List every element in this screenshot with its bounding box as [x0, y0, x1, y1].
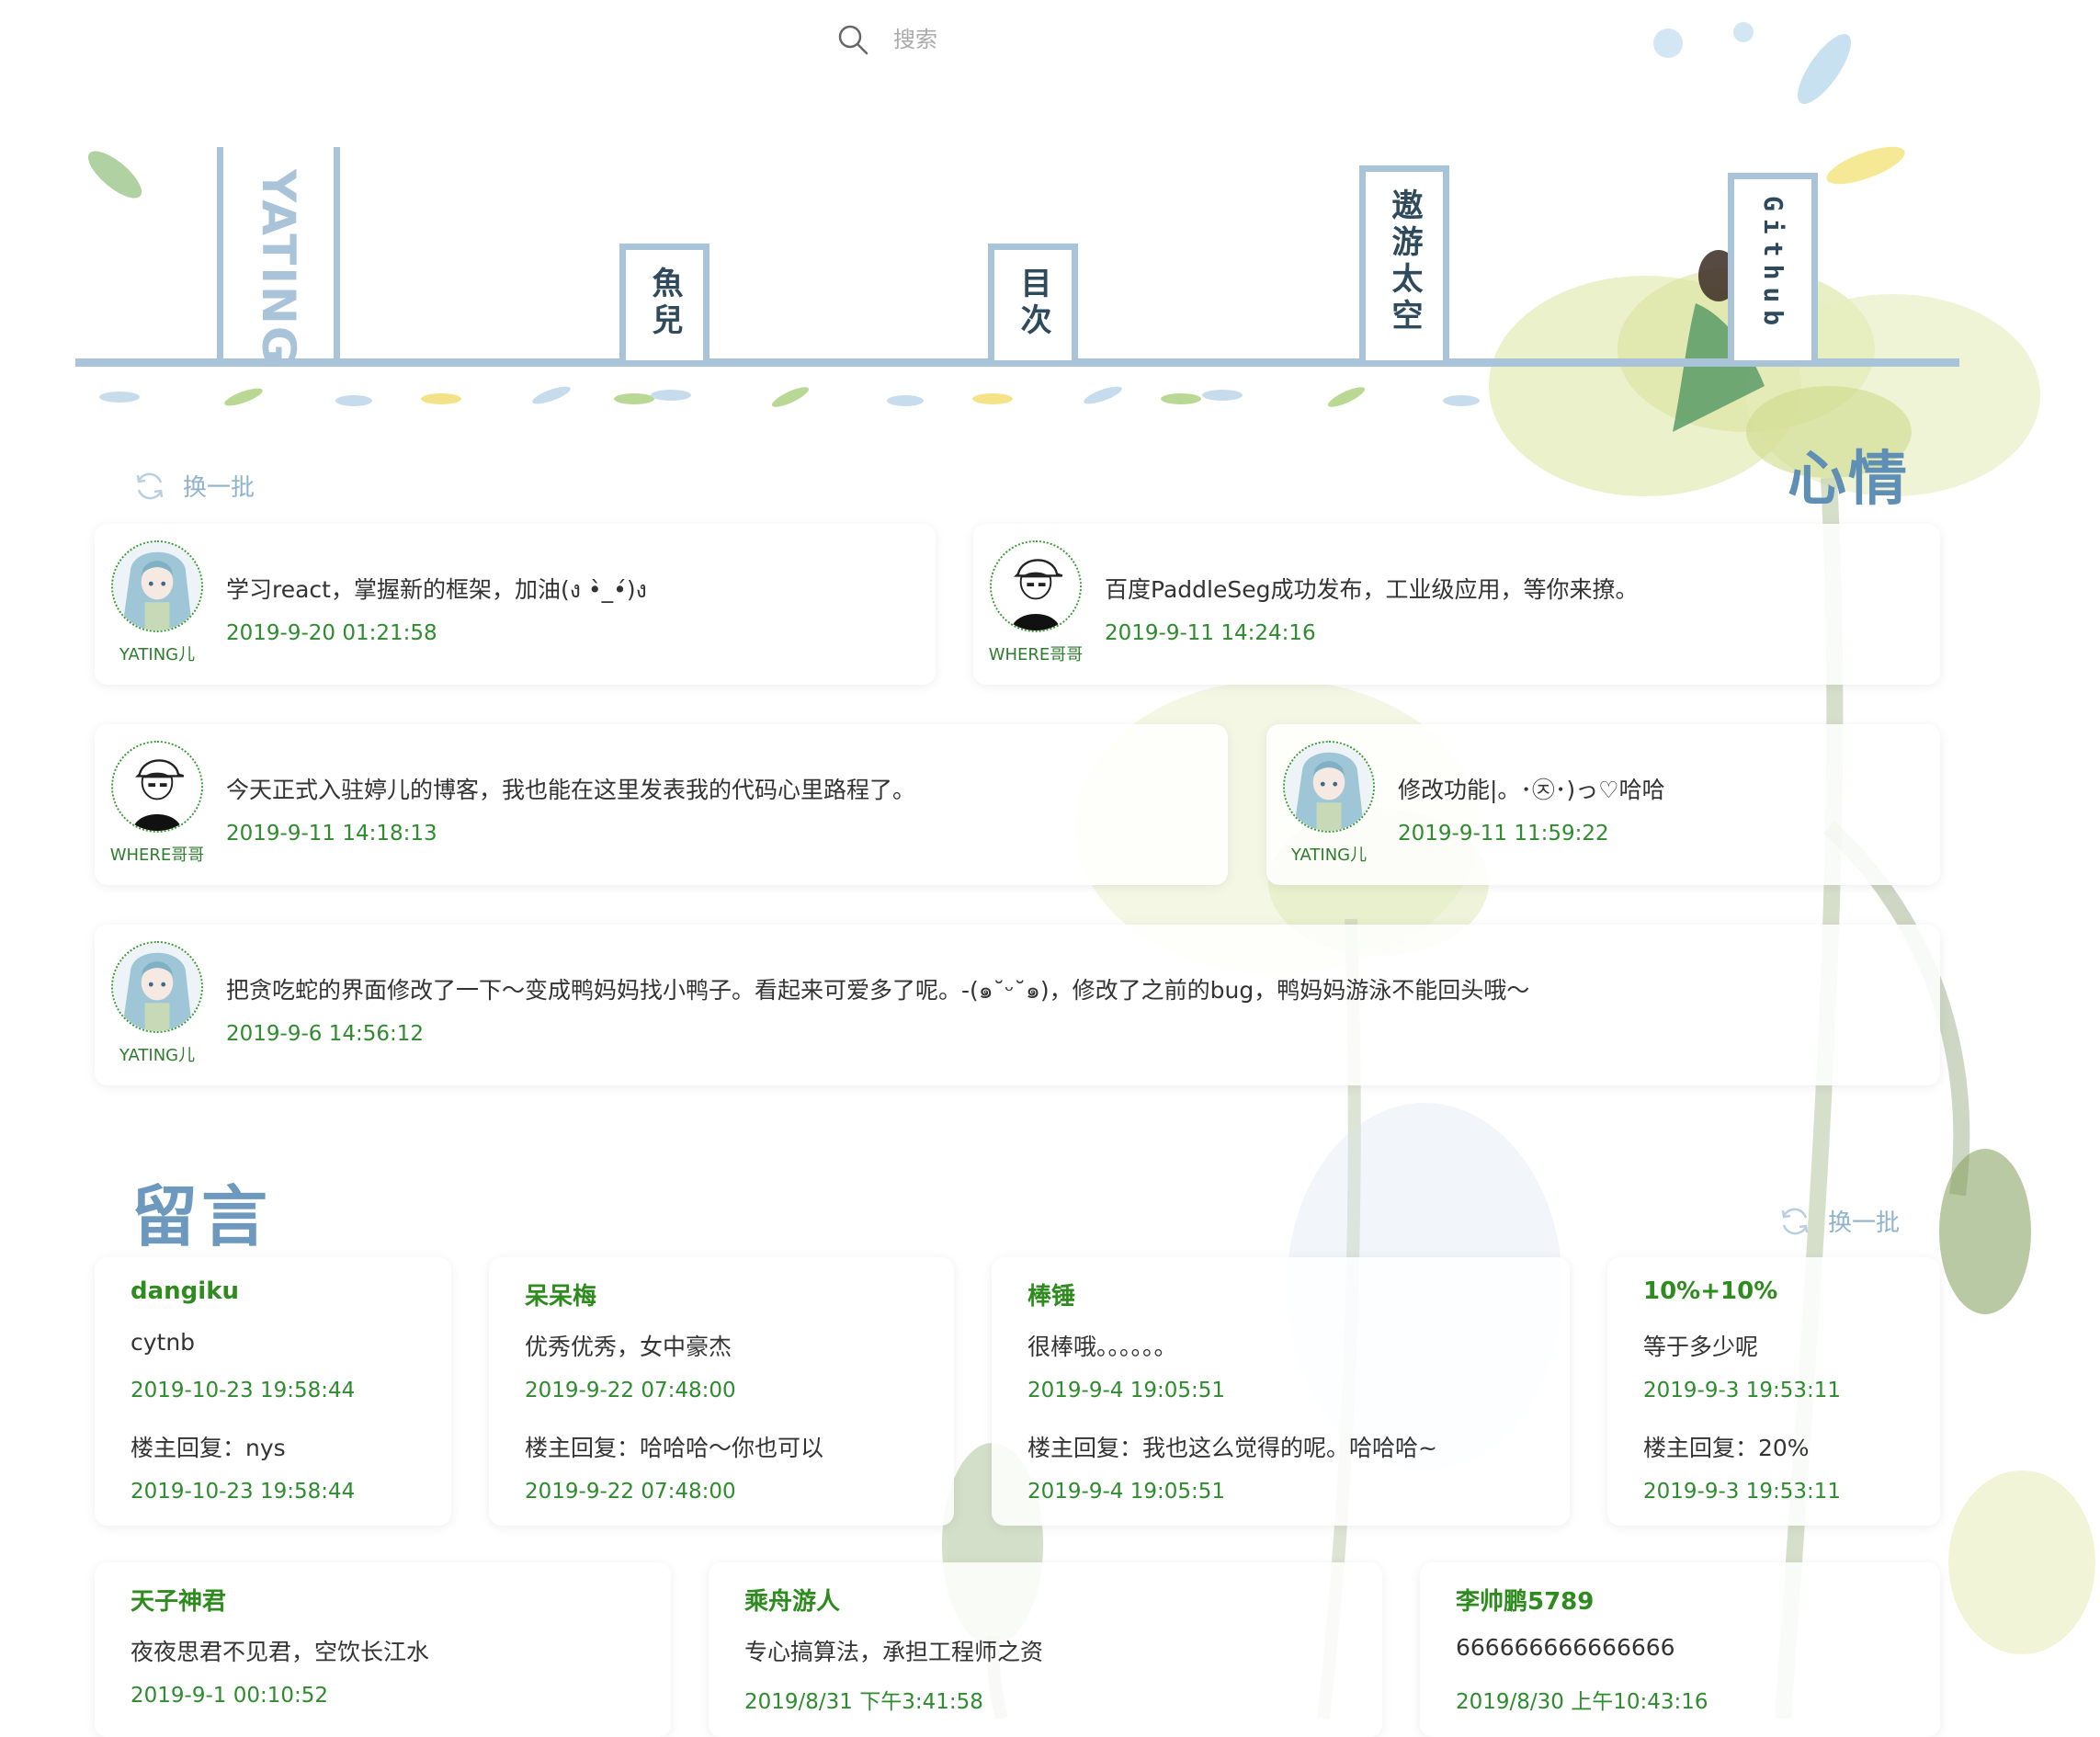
- message-content: 666666666666666: [1456, 1634, 1675, 1661]
- message-card: 10%+10% 等于多少呢 2019-9-3 19:53:11 楼主回复：20%…: [1607, 1257, 1940, 1526]
- message-author: 棒锤: [1027, 1283, 1076, 1311]
- message-time: 2019-9-22 07:48:00: [525, 1379, 736, 1402]
- mood-section-title: 心情: [1788, 446, 1909, 514]
- mood-user: WHERE哥哥: [988, 645, 1084, 664]
- search-icon[interactable]: [836, 23, 869, 56]
- nav-tab-space[interactable]: 遨游太空: [1359, 165, 1449, 360]
- message-content: 优秀优秀，女中豪杰: [525, 1334, 732, 1360]
- refresh-label: 换一批: [1828, 1209, 1901, 1237]
- message-content: cytnb: [131, 1329, 196, 1356]
- avatar[interactable]: [1283, 741, 1375, 833]
- mood-time: 2019-9-11 14:24:16: [1105, 621, 1316, 645]
- message-reply: 楼主回复：20%: [1643, 1435, 1810, 1461]
- search-bar: [836, 23, 1079, 56]
- message-time: 2019-9-4 19:05:51: [1027, 1379, 1226, 1402]
- mood-card: YATING儿 学习react，掌握新的框架，加油(ง •̀_•́)ง 2019…: [95, 524, 936, 685]
- message-reply-time: 2019-9-4 19:05:51: [1027, 1480, 1226, 1504]
- refresh-icon: [136, 472, 164, 499]
- mood-text: 学习react，掌握新的框架，加油(ง •̀_•́)ง: [226, 576, 647, 603]
- message-content: 专心搞算法，承担工程师之资: [744, 1639, 1044, 1665]
- message-card: 乘舟游人 专心搞算法，承担工程师之资 2019/8/31 下午3:41:58: [709, 1562, 1382, 1737]
- mood-time: 2019-9-11 11:59:22: [1398, 822, 1609, 846]
- mood-card: YATING儿 把贪吃蛇的界面修改了一下～变成鸭妈妈找小鸭子。看起来可爱多了呢。…: [95, 925, 1940, 1085]
- message-reply-time: 2019-9-3 19:53:11: [1643, 1480, 1842, 1504]
- message-time: 2019-9-3 19:53:11: [1643, 1379, 1842, 1402]
- mood-card: WHERE哥哥 今天正式入驻婷儿的博客，我也能在这里发表我的代码心里路程了。 2…: [95, 724, 1228, 885]
- search-input[interactable]: [891, 26, 1079, 53]
- mood-text: 今天正式入驻婷儿的博客，我也能在这里发表我的代码心里路程了。: [226, 777, 916, 803]
- message-content: 很棒哦。。。。。。: [1027, 1334, 1177, 1360]
- message-author: 天子神君: [131, 1588, 227, 1616]
- mood-time: 2019-9-11 14:18:13: [226, 822, 437, 846]
- nav-tab-contents[interactable]: 目次: [988, 244, 1078, 360]
- message-card: 天子神君 夜夜思君不见君，空饮长江水 2019-9-1 00:10:52: [95, 1562, 671, 1737]
- message-author: dangiku: [131, 1277, 239, 1305]
- nav-tab-label: 遨游太空: [1386, 188, 1423, 335]
- brand-logo[interactable]: YATING: [217, 147, 340, 366]
- message-card: dangiku cytnb 2019-10-23 19:58:44 楼主回复：n…: [95, 1257, 451, 1526]
- message-author: 李帅鹏5789: [1456, 1588, 1595, 1616]
- avatar[interactable]: [111, 941, 203, 1033]
- message-time: 2019/8/31 下午3:41:58: [744, 1690, 983, 1714]
- message-reply: 楼主回复：我也这么觉得的呢。哈哈哈~: [1027, 1435, 1437, 1461]
- message-time: 2019/8/30 上午10:43:16: [1456, 1690, 1708, 1714]
- mood-text: 修改功能|。･㉨･)っ♡哈哈: [1398, 777, 1665, 803]
- message-reply-time: 2019-9-22 07:48:00: [525, 1480, 736, 1504]
- mood-text: 百度PaddleSeg成功发布，工业级应用，等你来撩。: [1105, 576, 1639, 603]
- message-author: 呆呆梅: [525, 1283, 597, 1311]
- avatar[interactable]: [111, 741, 203, 833]
- message-author: 10%+10%: [1643, 1277, 1778, 1305]
- message-content: 等于多少呢: [1643, 1334, 1759, 1360]
- message-time: 2019-10-23 19:58:44: [131, 1379, 356, 1402]
- brand-text: YATING: [252, 169, 305, 366]
- message-reply: 楼主回复：nys: [131, 1435, 286, 1461]
- mood-user: YATING儿: [1290, 846, 1368, 865]
- message-time: 2019-9-1 00:10:52: [131, 1684, 329, 1708]
- mood-time: 2019-9-6 14:56:12: [226, 1022, 425, 1046]
- message-author: 乘舟游人: [744, 1588, 841, 1616]
- mood-text: 把贪吃蛇的界面修改了一下～变成鸭妈妈找小鸭子。看起来可爱多了呢。-(๑˘ᵕ˘๑)…: [226, 977, 1530, 1004]
- nav-tab-github[interactable]: Github: [1728, 173, 1818, 360]
- avatar[interactable]: [990, 540, 1082, 632]
- refresh-label: 换一批: [183, 474, 255, 502]
- mood-user: YATING儿: [119, 1046, 196, 1065]
- messages-refresh-button[interactable]: 换一批: [1778, 1204, 1900, 1238]
- refresh-icon: [1781, 1208, 1809, 1234]
- messages-section-title: 留言: [131, 1178, 272, 1255]
- mood-user: YATING儿: [119, 645, 196, 664]
- mood-time: 2019-9-20 01:21:58: [226, 621, 437, 645]
- nav-tab-label: 魚兒: [646, 267, 683, 340]
- message-card: 李帅鹏5789 666666666666666 2019/8/30 上午10:4…: [1420, 1562, 1940, 1737]
- mood-user: WHERE哥哥: [109, 846, 205, 865]
- avatar[interactable]: [111, 540, 203, 632]
- mood-refresh-button[interactable]: 换一批: [133, 469, 255, 503]
- nav-tab-fish[interactable]: 魚兒: [619, 244, 709, 360]
- nav-tab-label: Github: [1758, 196, 1788, 334]
- message-card: 呆呆梅 优秀优秀，女中豪杰 2019-9-22 07:48:00 楼主回复：哈哈…: [489, 1257, 954, 1526]
- mood-card: YATING儿 修改功能|。･㉨･)っ♡哈哈 2019-9-11 11:59:2…: [1266, 724, 1940, 885]
- message-content: 夜夜思君不见君，空饮长江水: [131, 1639, 430, 1665]
- message-reply: 楼主回复：哈哈哈～你也可以: [525, 1435, 824, 1461]
- nav-tab-label: 目次: [1015, 267, 1051, 340]
- message-reply-time: 2019-10-23 19:58:44: [131, 1480, 356, 1504]
- mood-card: WHERE哥哥 百度PaddleSeg成功发布，工业级应用，等你来撩。 2019…: [973, 524, 1940, 685]
- message-card: 棒锤 很棒哦。。。。。。 2019-9-4 19:05:51 楼主回复：我也这么…: [992, 1257, 1570, 1526]
